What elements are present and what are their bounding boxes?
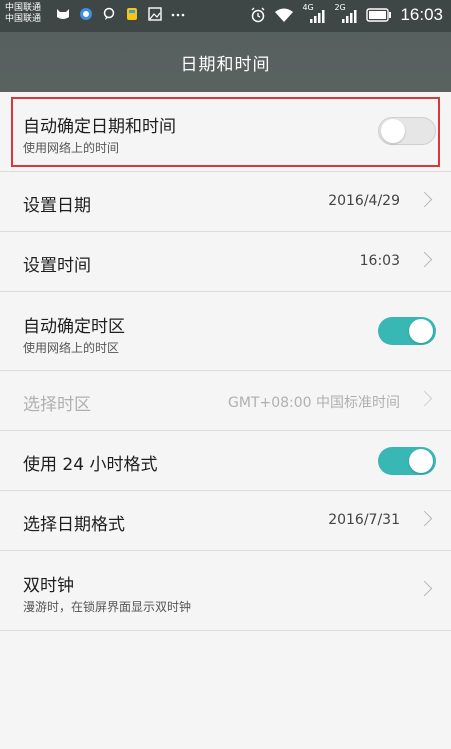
auto-datetime-toggle[interactable]: [378, 117, 436, 145]
carrier-1: 中国联通: [5, 3, 42, 13]
title-bar: 日期和时间: [0, 32, 451, 92]
select-timezone-label: 选择时区: [23, 395, 91, 415]
dual-clock-label: 双时钟: [23, 576, 74, 596]
set-time-row[interactable]: 设置时间 16:03: [0, 232, 451, 292]
signal-icon: [310, 10, 325, 23]
bluetooth-icon: [80, 8, 92, 20]
set-time-label: 设置时间: [23, 256, 91, 276]
more-icon: [171, 13, 185, 17]
auto-timezone-label: 自动确定时区: [23, 317, 125, 337]
auto-timezone-row[interactable]: 自动确定时区 使用网络上的时区: [0, 292, 451, 371]
set-date-row[interactable]: 设置日期 2016/4/29: [0, 172, 451, 232]
system-icons: 4G 2G 16:03: [250, 3, 443, 25]
use-24h-toggle[interactable]: [378, 447, 436, 475]
notification-icons: [55, 7, 186, 21]
dual-clock-row[interactable]: 双时钟 漫游时，在锁屏界面显示双时钟: [0, 551, 451, 631]
cat-icon: [57, 9, 69, 19]
image-icon: [148, 7, 162, 21]
select-timezone-value: GMT+08:00 中国标准时间: [227, 395, 400, 411]
auto-timezone-toggle[interactable]: [378, 317, 436, 345]
date-format-row[interactable]: 选择日期格式 2016/7/31: [0, 491, 451, 551]
date-format-value: 2016/7/31: [328, 512, 400, 528]
wifi-icon: [275, 8, 294, 22]
chevron-right-icon: [416, 251, 433, 268]
app-icon: [127, 8, 137, 20]
toggle-knob: [409, 319, 433, 343]
settings-list: 自动确定日期和时间 使用网络上的时间 设置日期 2016/4/29 设置时间 1…: [0, 92, 451, 631]
carrier-info: 中国联通 中国联通: [5, 3, 41, 25]
signal-icon: [342, 10, 357, 23]
signal-2: 2G: [334, 3, 358, 24]
status-bar: 中国联通 中国联通 4G 2G 16:03: [0, 0, 451, 32]
select-timezone-row: 选择时区 GMT+08:00 中国标准时间: [0, 371, 451, 431]
chevron-right-icon: [416, 390, 433, 407]
auto-datetime-row[interactable]: 自动确定日期和时间 使用网络上的时间: [0, 92, 451, 172]
toggle-knob: [409, 449, 433, 473]
toggle-knob: [381, 119, 405, 143]
carrier-2: 中国联通: [5, 14, 42, 24]
status-time: 16:03: [400, 5, 443, 24]
auto-datetime-sub: 使用网络上的时间: [23, 141, 120, 155]
date-format-label: 选择日期格式: [23, 515, 125, 535]
set-date-label: 设置日期: [23, 196, 91, 216]
dual-clock-sub: 漫游时，在锁屏界面显示双时钟: [23, 600, 192, 614]
chat-icon: [103, 7, 115, 20]
set-time-value: 16:03: [359, 253, 400, 269]
alarm-icon: [251, 7, 265, 23]
battery-icon: [366, 8, 392, 22]
auto-timezone-sub: 使用网络上的时区: [23, 341, 120, 355]
set-date-value: 2016/4/29: [328, 193, 400, 209]
page-title: 日期和时间: [180, 55, 271, 75]
chevron-right-icon: [416, 191, 433, 208]
use-24h-row[interactable]: 使用 24 小时格式: [0, 431, 451, 491]
auto-datetime-label: 自动确定日期和时间: [23, 117, 176, 137]
signal-1: 4G: [302, 3, 326, 24]
chevron-right-icon: [416, 580, 433, 597]
use-24h-label: 使用 24 小时格式: [23, 455, 158, 475]
chevron-right-icon: [416, 510, 433, 527]
